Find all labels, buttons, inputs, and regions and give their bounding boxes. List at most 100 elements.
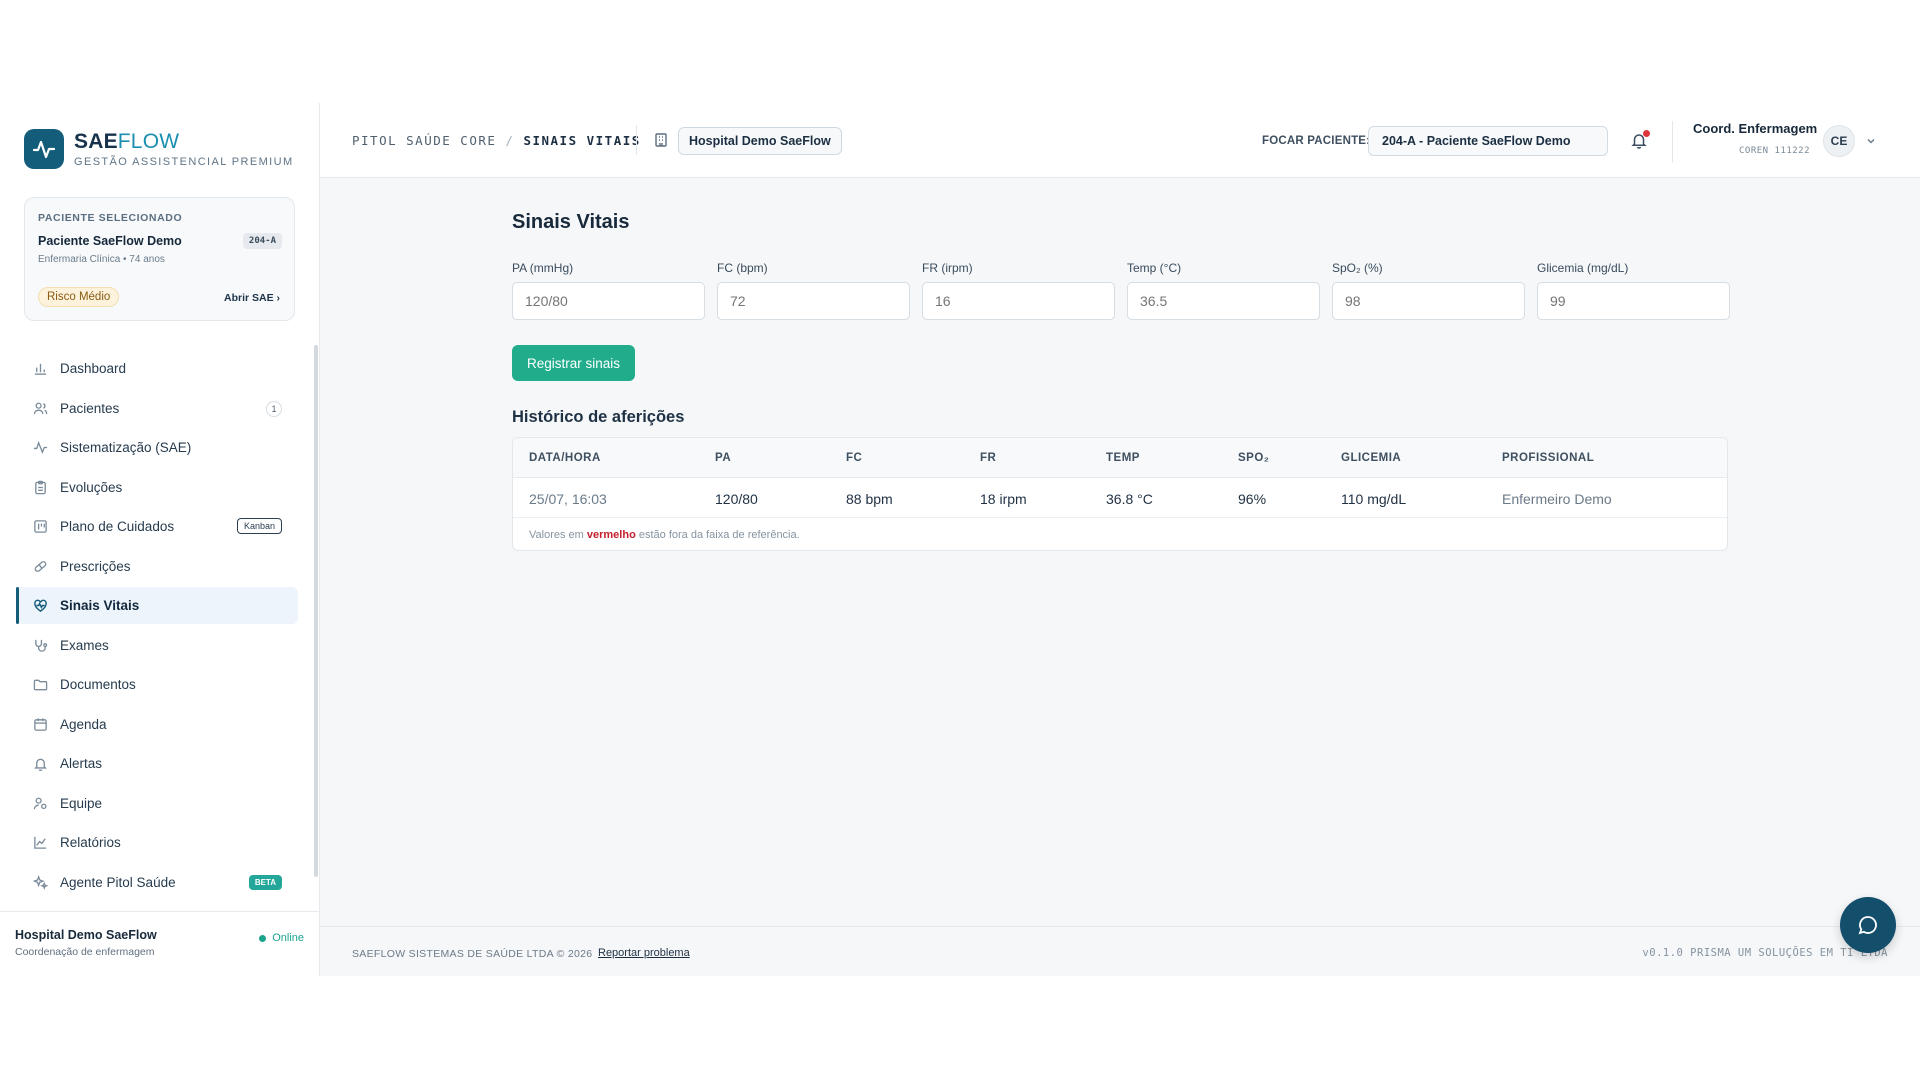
top-header: PITOL SAÚDE CORE / SINAIS VITAIS Hospita… xyxy=(320,103,1920,178)
sidebar-item-label: Sinais Vitais xyxy=(60,598,140,613)
history-table: DATA/HORA PA FC FR TEMP SPO₂ GLICEMIA PROFISSIO… xyxy=(512,437,1728,551)
vital-field-label: Temp (°C) xyxy=(1127,261,1182,275)
vital-field-input[interactable] xyxy=(922,282,1115,320)
column-header: PA xyxy=(715,452,732,464)
report-problem-link[interactable]: Reportar problema xyxy=(598,947,690,959)
sidebar-footer: Hospital Demo SaeFlow Coordenação de enf… xyxy=(0,911,319,976)
status-dot-icon xyxy=(259,934,267,942)
user-name: Coord. Enfermagem xyxy=(1693,121,1818,136)
bar-chart-icon xyxy=(32,361,48,377)
header-divider xyxy=(636,125,637,155)
sidebar-item-equipe[interactable]: Equipe xyxy=(16,785,298,822)
vital-field: FR (irpm) xyxy=(922,261,1115,320)
column-header: FC xyxy=(846,452,863,464)
vital-field-input[interactable] xyxy=(512,282,705,320)
chat-bubble-icon xyxy=(1858,916,1877,935)
table-cell: 18 irpm xyxy=(980,491,1027,507)
table-cell: 25/07, 16:03 xyxy=(529,491,607,507)
sidebar-item-label: Evoluções xyxy=(60,479,123,495)
table-cell: 120/80 xyxy=(715,491,758,507)
vital-field-label: Glicemia (mg/dL) xyxy=(1537,261,1629,275)
risk-badge: Risco Médio xyxy=(38,287,120,307)
sidebar-item-documentos[interactable]: Documentos xyxy=(16,666,298,703)
app-shell: SAEFLOW GESTÃO ASSISTENCIAL PREMIUM PACI… xyxy=(0,103,1920,976)
sparkles-icon xyxy=(32,874,48,890)
column-header: PROFISSIONAL xyxy=(1502,452,1595,464)
sidebar-item-exames[interactable]: Exames xyxy=(16,627,298,664)
brand-name-a: SAE xyxy=(74,130,118,153)
sidebar-item-label: Exames xyxy=(60,637,109,653)
open-sae-link[interactable]: Abrir SAE › xyxy=(224,292,280,304)
column-header: GLICEMIA xyxy=(1341,452,1402,464)
page-footer: SAEFLOW SISTEMAS DE SAÚDE LTDA © 2026 Re… xyxy=(320,926,1920,976)
kanban-board-icon xyxy=(32,519,48,535)
patient-meta: Enfermaria Clínica • 74 anos xyxy=(38,254,165,265)
vital-field-input[interactable] xyxy=(1127,282,1320,320)
avatar[interactable]: CE xyxy=(1823,125,1855,157)
vital-field-input[interactable] xyxy=(1332,282,1525,320)
vital-field-input[interactable] xyxy=(717,282,910,320)
note-text-a: Valores em xyxy=(529,529,587,541)
vital-field: SpO₂ (%) xyxy=(1332,261,1525,320)
column-header: TEMP xyxy=(1106,452,1140,464)
bell-icon xyxy=(32,756,48,772)
vital-field: PA (mmHg) xyxy=(512,261,705,320)
kanban-tag: Kanban xyxy=(236,518,282,534)
copyright: SAEFLOW SISTEMAS DE SAÚDE LTDA © 2026 xyxy=(352,948,593,960)
sidebar-item-dashboard[interactable]: Dashboard xyxy=(16,350,298,387)
column-header: FR xyxy=(980,452,997,464)
vital-field-input[interactable] xyxy=(1537,282,1730,320)
patient-bed-badge: 204-A xyxy=(242,233,282,249)
sidebar-item-sistematizacao-sae[interactable]: Sistematização (SAE) xyxy=(16,429,298,466)
table-cell: 36.8 °C xyxy=(1106,491,1153,507)
main-content: Sinais Vitais PA (mmHg) FC (bpm) FR (irpm)… xyxy=(512,211,1730,551)
table-cell: Enfermeiro Demo xyxy=(1502,491,1612,507)
note-red-word: vermelho xyxy=(586,529,636,541)
vital-field-label: FR (irpm) xyxy=(922,261,973,275)
sidebar-item-label: Relatórios xyxy=(60,835,121,850)
pill-icon xyxy=(32,558,48,574)
brand[interactable]: SAEFLOW GESTÃO ASSISTENCIAL PREMIUM xyxy=(24,129,294,169)
brand-name-b: FLOW xyxy=(117,130,180,153)
table-row[interactable]: 25/07, 16:03 120/80 88 bpm 18 irpm 36.8 °C 96… xyxy=(513,478,1727,518)
clipboard-icon xyxy=(32,479,48,495)
breadcrumb-current: SINAIS VITAIS xyxy=(523,133,641,148)
sidebar-item-evolucoes[interactable]: Evoluções xyxy=(16,469,298,506)
table-body: 25/07, 16:03 120/80 88 bpm 18 irpm 36.8 °C 96… xyxy=(513,478,1727,518)
activity-icon xyxy=(32,440,48,456)
table-cell: 88 bpm xyxy=(846,491,893,507)
breadcrumb: PITOL SAÚDE CORE / SINAIS VITAIS xyxy=(352,133,641,148)
folder-icon xyxy=(32,677,48,693)
sidebar-item-sinais-vitais[interactable]: Sinais Vitais xyxy=(16,587,298,624)
reference-note: Valores em vermelho estão fora da faixa … xyxy=(529,529,800,541)
sidebar-item-plano-de-cuidados[interactable]: Plano de Cuidados Kanban xyxy=(16,508,298,545)
stethoscope-icon xyxy=(32,637,48,653)
sidebar-item-agente-pitol-saude[interactable]: Agente Pitol Saúde BETA xyxy=(16,864,298,901)
breadcrumb-separator: / xyxy=(505,133,515,148)
sidebar-item-label: Agenda xyxy=(60,716,107,732)
column-header: DATA/HORA xyxy=(529,452,601,464)
hospital-selector[interactable]: Hospital Demo SaeFlow xyxy=(678,127,842,155)
vital-field: Temp (°C) xyxy=(1127,261,1320,320)
chevron-down-icon[interactable] xyxy=(1865,134,1877,152)
focus-patient-select[interactable]: 204-A - Paciente SaeFlow Demo xyxy=(1368,126,1608,156)
header-divider-2 xyxy=(1672,121,1673,163)
sidebar-item-agenda[interactable]: Agenda xyxy=(16,706,298,743)
history-title: Histórico de aferições xyxy=(512,408,685,426)
sidebar-item-prescricoes[interactable]: Prescrições xyxy=(16,548,298,585)
table-cell: 96% xyxy=(1238,491,1267,507)
sidebar-scrollbar[interactable] xyxy=(314,345,318,877)
table-cell: 110 mg/dL xyxy=(1341,491,1407,507)
vital-field: Glicemia (mg/dL) xyxy=(1537,261,1730,320)
notifications-button[interactable] xyxy=(1630,130,1650,154)
sidebar-item-alertas[interactable]: Alertas xyxy=(16,745,298,782)
online-status-label: Online xyxy=(272,932,304,944)
sidebar-item-label: Agente Pitol Saúde xyxy=(60,874,176,890)
register-vitals-button[interactable]: Registrar sinais xyxy=(512,345,636,381)
sidebar-item-pacientes[interactable]: Pacientes 1 xyxy=(16,390,298,427)
breadcrumb-root[interactable]: PITOL SAÚDE CORE xyxy=(352,133,496,148)
focus-patient-label: FOCAR PACIENTE: xyxy=(1262,135,1371,147)
chat-button[interactable] xyxy=(1840,897,1896,953)
user-coren: COREN 111222 xyxy=(1739,146,1811,156)
sidebar-item-relatorios[interactable]: Relatórios xyxy=(16,824,298,861)
